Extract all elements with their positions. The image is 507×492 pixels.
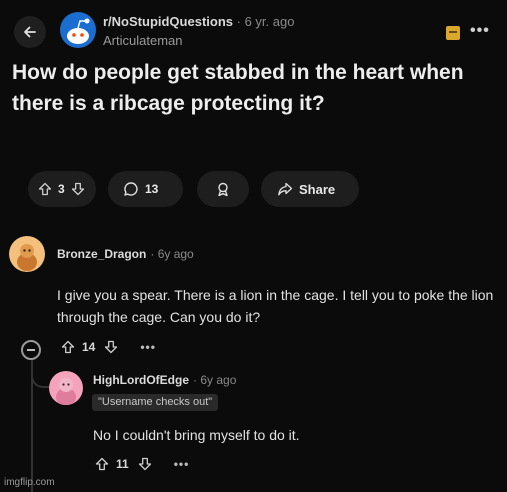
- bookmark-icon[interactable]: [446, 26, 460, 40]
- comment-count: 13: [145, 182, 159, 196]
- downvote-icon[interactable]: [71, 182, 85, 196]
- avatar[interactable]: [9, 236, 45, 272]
- downvote-icon[interactable]: [138, 457, 152, 471]
- collapse-thread-button[interactable]: [21, 340, 41, 360]
- comment-age: 6y ago: [200, 373, 237, 387]
- subreddit-avatar[interactable]: [60, 12, 96, 48]
- post-author[interactable]: Articulateman: [103, 33, 182, 48]
- comment-more-button[interactable]: •••: [140, 340, 156, 354]
- share-icon: [278, 182, 293, 196]
- avatar[interactable]: [49, 371, 83, 405]
- share-button[interactable]: Share: [261, 171, 359, 207]
- comment-more-button[interactable]: •••: [174, 457, 190, 471]
- comment-age: 6y ago: [157, 247, 194, 261]
- comment-vote-row: 14 •••: [61, 340, 156, 354]
- downvote-icon[interactable]: [104, 340, 118, 354]
- comment-icon: [124, 182, 138, 196]
- award-icon: [218, 182, 228, 197]
- comment-vote-count: 11: [116, 457, 129, 471]
- arrow-left-icon: [24, 26, 36, 38]
- comment-vote-row: 11 •••: [95, 457, 189, 471]
- user-flair: "Username checks out": [92, 394, 219, 411]
- subreddit-name[interactable]: r/NoStupidQuestions · 6 yr. ago: [103, 14, 294, 29]
- post-vote-count: 3: [58, 182, 65, 196]
- upvote-icon[interactable]: [61, 340, 75, 354]
- upvote-icon[interactable]: [38, 182, 52, 196]
- watermark: imgflip.com: [4, 477, 55, 488]
- award-button[interactable]: [197, 171, 249, 207]
- post-title: How do people get stabbed in the heart w…: [12, 61, 464, 115]
- more-options-button[interactable]: •••: [470, 22, 490, 40]
- upvote-icon[interactable]: [95, 457, 109, 471]
- comments-button[interactable]: 13: [108, 171, 183, 207]
- snoo-avatar-icon: [17, 244, 37, 271]
- snoo-icon: [67, 18, 90, 44]
- snoo-avatar-icon: [56, 378, 76, 405]
- reply-connector: [31, 362, 49, 388]
- back-button[interactable]: [14, 16, 46, 48]
- comment-body: I give you a spear. There is a lion in t…: [57, 287, 494, 325]
- comment-vote-count: 14: [82, 340, 96, 354]
- comment-username[interactable]: HighLordOfEdge · 6y ago: [93, 373, 236, 387]
- comment-username[interactable]: Bronze_Dragon · 6y ago: [57, 247, 194, 261]
- post-header: r/NoStupidQuestions · 6 yr. ago Articula…: [0, 0, 507, 60]
- comment-body: No I couldn't bring myself to do it.: [93, 427, 300, 443]
- vote-pill: 3: [28, 171, 96, 207]
- share-label: Share: [299, 181, 336, 197]
- post-age: 6 yr. ago: [244, 14, 295, 29]
